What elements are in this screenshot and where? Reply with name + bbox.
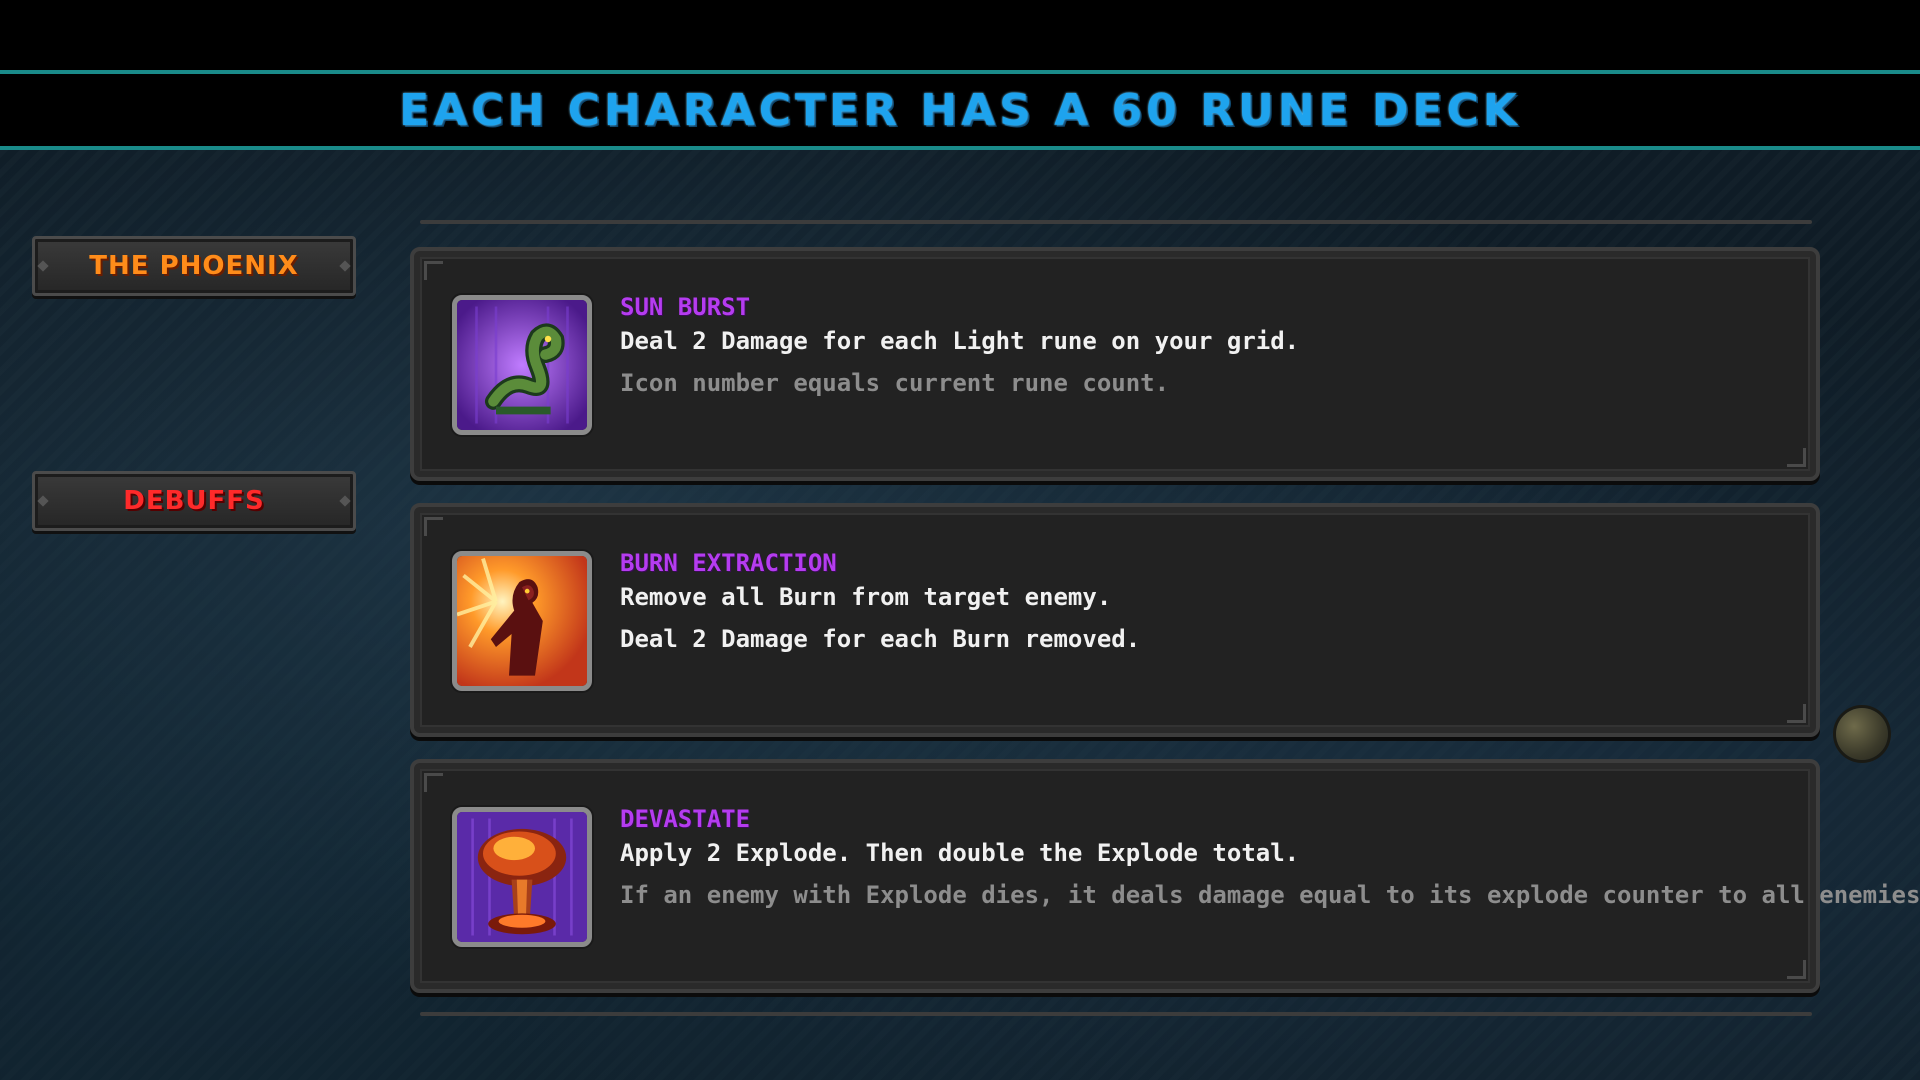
list-top-divider	[420, 220, 1812, 224]
title-banner: EACH CHARACTER HAS A 60 RUNE DECK	[0, 70, 1920, 150]
rune-description: Apply 2 Explode. Then double the Explode…	[620, 839, 1300, 867]
list-bottom-divider	[420, 1012, 1812, 1016]
scrollbar-thumb[interactable]	[1836, 708, 1888, 760]
rune-card-burn-extraction[interactable]: BURN EXTRACTION Remove all Burn from tar…	[410, 503, 1820, 737]
serpent-icon	[452, 295, 592, 435]
sidebar-item-the-phoenix[interactable]: THE PHOENIX	[32, 236, 356, 296]
rune-description: Remove all Burn from target enemy.	[620, 583, 1112, 611]
rune-name: DEVASTATE	[620, 805, 751, 833]
rune-note: If an enemy with Explode dies, it deals …	[620, 881, 1920, 909]
sidebar-item-label: DEBUFFS	[123, 486, 265, 516]
rune-note: Deal 2 Damage for each Burn removed.	[620, 625, 1141, 653]
sidebar-item-debuffs[interactable]: DEBUFFS	[32, 471, 356, 531]
sidebar-item-label: THE PHOENIX	[89, 251, 299, 281]
mushroom-cloud-icon	[452, 807, 592, 947]
rune-card-devastate[interactable]: DEVASTATE Apply 2 Explode. Then double t…	[410, 759, 1920, 993]
rune-card-sun-burst[interactable]: SUN BURST Deal 2 Damage for each Light r…	[410, 247, 1820, 481]
banner-title: EACH CHARACTER HAS A 60 RUNE DECK	[399, 84, 1521, 136]
rune-name: SUN BURST	[620, 293, 751, 321]
rune-name: BURN EXTRACTION	[620, 549, 837, 577]
rune-description: Deal 2 Damage for each Light rune on you…	[620, 327, 1300, 355]
rune-note: Icon number equals current rune count.	[620, 369, 1170, 397]
burning-figure-icon	[452, 551, 592, 691]
